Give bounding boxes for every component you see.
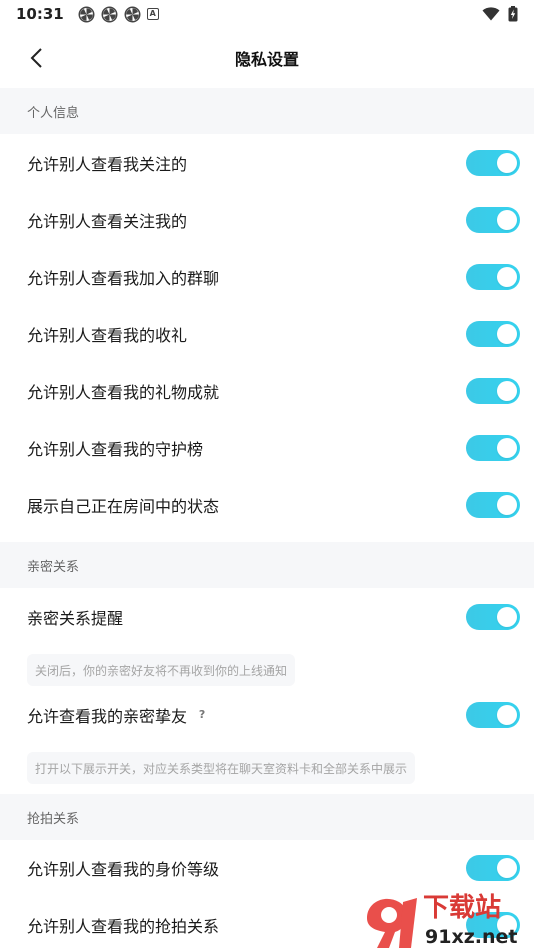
wifi-icon xyxy=(482,7,500,21)
toggle-switch[interactable] xyxy=(466,854,520,881)
toggle-switch[interactable] xyxy=(466,263,520,290)
hint-close-friends: 打开以下展示开关，对应关系类型将在聊天室资料卡和全部关系中展示 xyxy=(27,752,416,784)
setting-label: 允许别人查看我的礼物成就 xyxy=(27,382,220,402)
privacy-settings-screen: 10:31 A 隐私设置 个人信息 允许别人查看我关注的 允许别人查看关注我的 … xyxy=(0,0,534,950)
setting-label: 允许别人查看我的抢拍关系 xyxy=(27,916,220,936)
section-header-personal-info: 个人信息 xyxy=(0,88,534,134)
setting-row-view-close-friends: 允许查看我的亲密挚友 ? xyxy=(0,686,534,743)
setting-label: 亲密关系提醒 xyxy=(27,608,124,628)
setting-label: 允许别人查看我的身价等级 xyxy=(27,859,220,879)
notification-icons: A xyxy=(78,6,159,23)
watermark-logo: 下载站 91xz.net xyxy=(367,893,517,948)
help-icon[interactable]: ? xyxy=(195,708,209,722)
toggle-switch[interactable] xyxy=(466,377,520,404)
toggle-knob xyxy=(497,606,517,627)
system-icons xyxy=(482,6,518,22)
pinwheel-icon xyxy=(78,6,95,22)
toggle-knob xyxy=(497,704,517,725)
toggle-switch[interactable] xyxy=(466,206,520,233)
chevron-left-icon xyxy=(30,48,42,68)
setting-label: 允许别人查看关注我的 xyxy=(27,211,188,231)
setting-label: 允许别人查看我的收礼 xyxy=(27,325,188,345)
setting-label: 允许查看我的亲密挚友 xyxy=(27,706,188,726)
status-time: 10:31 xyxy=(16,5,64,23)
pinwheel-icon xyxy=(124,6,141,22)
toggle-switch[interactable] xyxy=(466,320,520,347)
a-notification-icon: A xyxy=(146,8,159,20)
toggle-knob xyxy=(497,494,517,515)
setting-row-view-guard-list: 允许别人查看我的守护榜 xyxy=(0,419,534,476)
setting-label: 允许别人查看我的守护榜 xyxy=(27,439,204,459)
back-button[interactable] xyxy=(22,44,50,72)
toggle-knob xyxy=(497,209,517,230)
section-header-intimate-relations: 亲密关系 xyxy=(0,542,534,588)
section-header-auction-relations: 抢拍关系 xyxy=(0,794,534,840)
toggle-knob xyxy=(497,152,517,173)
toggle-switch[interactable] xyxy=(466,603,520,630)
setting-row-view-followers: 允许别人查看关注我的 xyxy=(0,191,534,248)
toggle-knob xyxy=(497,857,517,878)
page-title: 隐私设置 xyxy=(234,50,299,69)
toggle-knob xyxy=(497,380,517,401)
setting-label: 允许别人查看我关注的 xyxy=(27,154,188,174)
toggle-switch[interactable] xyxy=(466,434,520,461)
setting-row-view-gift-achievements: 允许别人查看我的礼物成就 xyxy=(0,362,534,419)
watermark-title: 下载站 xyxy=(423,893,501,923)
toggle-knob xyxy=(497,323,517,344)
toggle-knob xyxy=(497,266,517,287)
status-bar: 10:31 A xyxy=(0,0,534,28)
setting-row-view-groups: 允许别人查看我加入的群聊 xyxy=(0,248,534,305)
setting-row-view-following: 允许别人查看我关注的 xyxy=(0,134,534,191)
setting-row-room-status: 展示自己正在房间中的状态 xyxy=(0,476,534,533)
watermark-domain: 91xz.net xyxy=(425,926,517,948)
toggle-switch[interactable] xyxy=(466,491,520,518)
toggle-switch[interactable] xyxy=(466,701,520,728)
toggle-knob xyxy=(497,437,517,458)
setting-label: 展示自己正在房间中的状态 xyxy=(27,496,220,516)
nav-header: 隐私设置 xyxy=(0,28,534,88)
pinwheel-icon xyxy=(101,6,118,22)
setting-row-view-gifts-received: 允许别人查看我的收礼 xyxy=(0,305,534,362)
setting-row-intimate-reminder: 亲密关系提醒 xyxy=(0,588,534,645)
toggle-switch[interactable] xyxy=(466,149,520,176)
battery-charging-icon xyxy=(508,6,518,22)
setting-label: 允许别人查看我加入的群聊 xyxy=(27,268,220,288)
hint-intimate-reminder: 关闭后，你的亲密好友将不再收到你的上线通知 xyxy=(27,654,296,686)
